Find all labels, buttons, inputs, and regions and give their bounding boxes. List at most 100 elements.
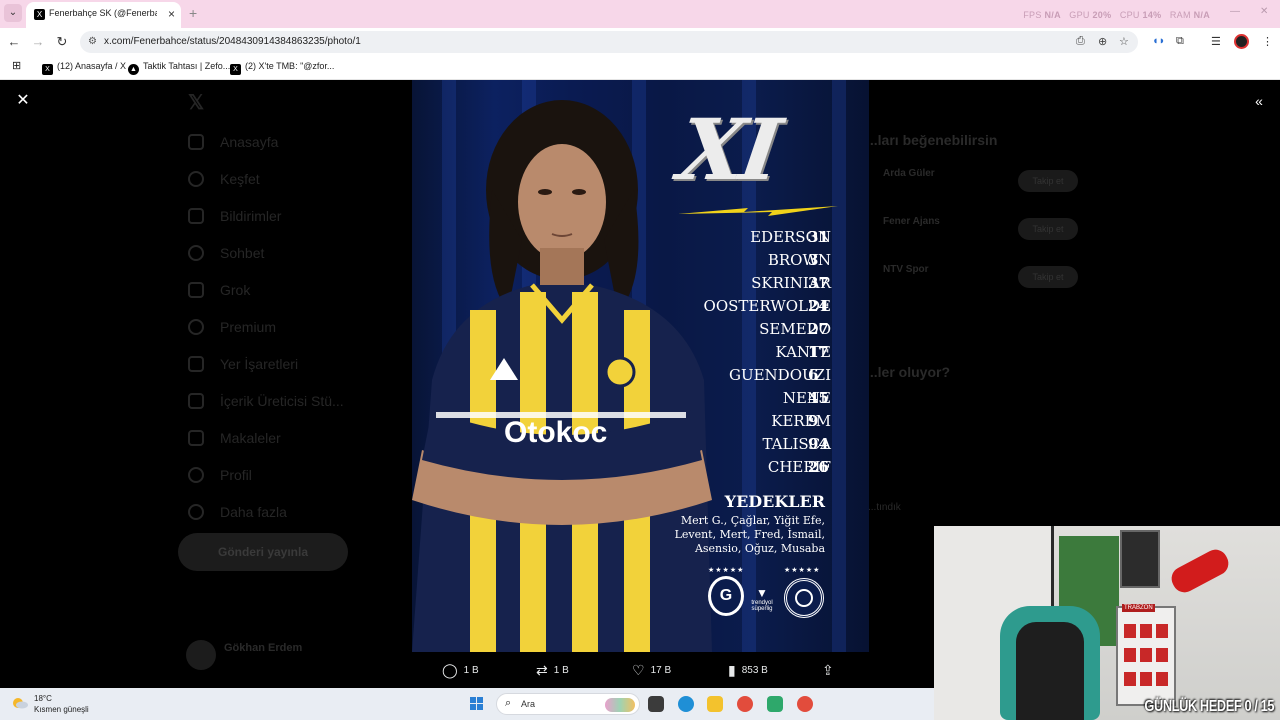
lineup-player-number: 27 [808,320,829,338]
nav-label: Profil [220,467,252,483]
apps-grid-icon[interactable]: ⊞ [12,59,21,72]
repost-icon: ⇄ [536,662,548,678]
tab-search-button[interactable]: ⌄ [4,4,22,22]
substitutes-line: Levent, Mert, Fred, İsmail, [674,528,825,541]
partly-sunny-icon [13,698,28,709]
address-bar[interactable]: ⚙ x.com/Fenerbahce/status/20484309143848… [80,31,1138,53]
reload-icon[interactable]: ↻ [54,34,70,50]
repost-button[interactable]: ⇄ 1 B [536,662,569,679]
fps-label: FPS [1023,10,1042,20]
webcam-overlay: TRABZON GÜNLÜK HEDEF 0 / 15 [934,526,1280,720]
forward-arrow-icon[interactable]: → [30,34,46,49]
weather-temp: 18°C [34,694,52,703]
lineup-player-number: 94 [808,435,829,453]
galatasaray-stars-icon: ★★★★★ [708,567,745,574]
browser-toolbar: ← → ↻ ⚙ x.com/Fenerbahce/status/20484309… [0,28,1280,56]
gaming-chair [1000,606,1100,720]
media-control-icon[interactable]: ☰ [1211,35,1221,48]
profile-avatar[interactable] [1234,34,1249,49]
nav-item: Keşfet [188,171,260,187]
like-count: 17 B [650,665,672,676]
heart-icon: ♡ [632,662,645,678]
nav-label: Grok [220,282,251,298]
lightning-bolt-icon [678,206,838,216]
nav-label: Anasayfa [220,134,279,150]
avatar [186,640,216,670]
chrome-profile-icon[interactable] [797,696,813,712]
window-close-icon[interactable]: ✕ [1260,6,1268,17]
zoom-icon[interactable]: ⊕ [1098,35,1107,48]
install-app-icon[interactable]: ⎙ [1076,35,1085,48]
new-tab-button[interactable]: + [189,5,197,21]
cpu-value: 14% [1142,10,1162,20]
post-button: Gönderi yayınla [178,533,348,571]
share-button[interactable]: ⇪ [822,662,840,679]
bookmark-item[interactable]: X (12) Anasayfa / X [42,61,126,75]
substitutes-line: Mert G., Çağlar, Yiğit Efe, [680,514,825,527]
search-highlight-icon [605,698,635,712]
chat-icon [188,245,204,261]
lineup-player-number: 17 [808,343,829,361]
bookmark-label: Taktik Tahtası | Zefo... [143,61,231,71]
task-view-icon[interactable] [648,696,664,712]
post-action-bar: ◯ 1 B ⇄ 1 B ♡ 17 B ▮ 853 B ⇪ [412,652,869,688]
lineup-player-number: 37 [808,274,829,292]
tab-active[interactable]: X Fenerbahçe SK (@Fenerbahce) / × [26,2,181,28]
triangle-favicon-icon: ▲ [128,64,139,75]
tab-close-icon[interactable]: × [168,7,175,21]
galatasaray-crest-icon: G [708,576,744,616]
substitutes-line: Asensio, Oğuz, Musaba [694,542,825,555]
share-icon: ⇪ [822,662,834,678]
app-icon[interactable] [767,696,783,712]
reply-bubble-icon: ◯ [442,662,458,678]
menu-kebab-icon[interactable]: ⋮ [1262,35,1273,48]
fenerbahce-stars-icon: ★★★★★ [784,567,821,574]
bookmark-star-icon[interactable]: ☆ [1119,35,1129,48]
back-arrow-icon[interactable]: ← [6,34,22,49]
reply-button[interactable]: ◯ 1 B [442,662,479,679]
bookmark-item[interactable]: X (2) X'te TMB: "@zfor... [230,61,334,75]
extension-icon[interactable]: ◖◗ [1152,35,1165,47]
nav-item: Grok [188,282,250,298]
tab-title: Fenerbahçe SK (@Fenerbahce) / [49,8,157,18]
views-button[interactable]: ▮ 853 B [728,662,768,679]
gpu-value: 20% [1092,10,1112,20]
player-figure: Otokoc [412,100,712,652]
minimize-icon[interactable]: — [1230,6,1240,17]
league-logo: ▼ trendyol süperlig [747,586,777,612]
fenerbahce-crest-icon [784,578,824,618]
nav-item: Sohbet [188,245,264,261]
performance-overlay: FPS N/A GPU 20% CPU 14% RAM N/A [1023,10,1210,20]
edge-icon[interactable] [678,696,694,712]
nav-label: Makaleler [220,430,281,446]
nav-label: Keşfet [220,171,260,187]
repost-count: 1 B [553,665,569,676]
site-info-icon[interactable]: ⚙ [88,36,97,47]
substitutes-title: YEDEKLER [724,492,825,511]
windows-start-icon[interactable] [470,697,484,711]
lineup-player-number: 6 [808,366,819,384]
x-favicon-icon: X [42,64,53,75]
lineup-player-number: 3 [808,251,819,269]
file-explorer-icon[interactable] [707,696,723,712]
extensions-puzzle-icon[interactable]: ⧉ [1176,35,1184,48]
search-icon [188,171,204,187]
lineup-player-number: 31 [808,228,829,246]
bolt-icon [188,393,204,409]
suggested-account-name: Fener Ajans [883,216,940,227]
like-button[interactable]: ♡ 17 B [632,662,671,679]
cam-shelf-label: TRABZON [1122,604,1155,612]
grok-icon [188,282,204,298]
view-count: 853 B [741,665,768,676]
bookmark-item[interactable]: ▲ Taktik Tahtası | Zefo... [128,61,230,75]
ram-label: RAM [1169,10,1191,20]
x-logo-icon: 𝕏 [188,92,205,114]
url-text[interactable]: x.com/Fenerbahce/status/2048430914384863… [104,36,361,47]
close-viewer-icon[interactable]: ✕ [14,92,32,110]
collapse-panel-icon[interactable]: « [1250,92,1268,110]
chrome-icon[interactable] [737,696,753,712]
nav-item: Premium [188,319,276,335]
suggestions-heading: ...ları beğenebilirsin [866,132,998,148]
lineup-photo[interactable]: Otokoc XI EDERSON 31 BROWN 3 SKRINIAR 37… [412,80,869,652]
taskbar-search[interactable]: ⌕ Ara [496,693,640,715]
